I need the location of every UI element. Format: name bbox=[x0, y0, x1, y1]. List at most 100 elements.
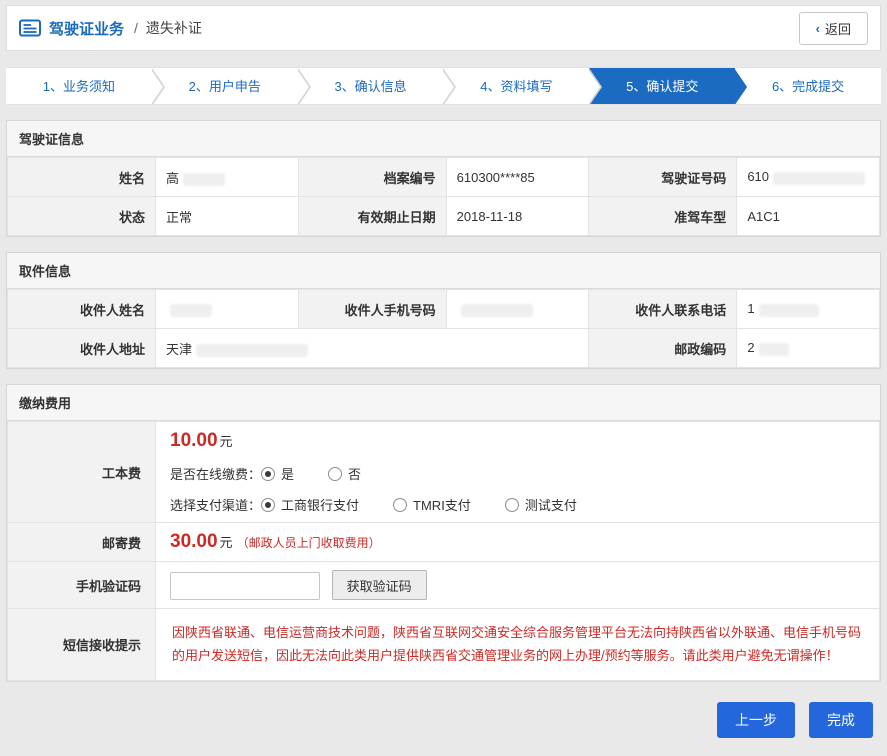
radio-label: 是 bbox=[281, 464, 294, 483]
table-row: 姓名 高 档案编号 610300****85 驾驶证号码 610 bbox=[8, 158, 880, 197]
field-label: 准驾车型 bbox=[589, 197, 737, 236]
get-captcha-button[interactable]: 获取验证码 bbox=[332, 570, 427, 600]
chevron-left-icon: ‹ bbox=[816, 21, 820, 36]
field-label: 驾驶证号码 bbox=[589, 158, 737, 197]
captcha-input[interactable] bbox=[170, 572, 320, 600]
radio-unchecked-icon bbox=[328, 467, 342, 481]
redaction bbox=[759, 304, 819, 317]
page: 驾驶证业务 / 遗失补证 ‹ 返回 1、业务须知 2、用户申告 3、确认信息 4… bbox=[0, 0, 887, 748]
sms-tip-row: 短信接收提示 因陕西省联通、电信运营商技术问题，陕西省互联网交通安全综合服务管理… bbox=[8, 609, 880, 681]
payment-title: 缴纳费用 bbox=[7, 385, 880, 421]
redaction bbox=[196, 344, 308, 357]
postage-label: 邮寄费 bbox=[8, 523, 156, 562]
channel-row: 选择支付渠道： 工商银行支付 TMRI支付 测试支付 bbox=[170, 495, 865, 514]
redaction bbox=[759, 343, 789, 356]
fee-amount: 10.00 bbox=[170, 430, 218, 451]
step-item-6[interactable]: 6、完成提交 bbox=[735, 68, 881, 104]
step-item-5-active[interactable]: 5、确认提交 bbox=[589, 68, 735, 104]
field-label: 邮政编码 bbox=[589, 329, 737, 368]
step-label: 4、资料填写 bbox=[480, 79, 552, 94]
pickup-info-panel: 取件信息 收件人姓名 收件人手机号码 收件人联系电话 1 收件人地址 天津 邮政… bbox=[6, 252, 881, 369]
fee-amount-line: 10.00元 bbox=[170, 430, 865, 452]
back-button-label: 返回 bbox=[825, 19, 851, 38]
step-item-3[interactable]: 3、确认信息 bbox=[298, 68, 444, 104]
fee-content: 10.00元 是否在线缴费： 是 否 选择支 bbox=[156, 422, 880, 523]
sms-tip-text: 因陕西省联通、电信运营商技术问题，陕西省互联网交通安全综合服务管理平台无法向持陕… bbox=[170, 617, 865, 672]
radio-unchecked-icon bbox=[505, 498, 519, 512]
step-item-4[interactable]: 4、资料填写 bbox=[443, 68, 589, 104]
footer-actions: 上一步 完成 bbox=[6, 702, 881, 738]
field-value: 1 bbox=[737, 290, 880, 329]
sms-tip-content: 因陕西省联通、电信运营商技术问题，陕西省互联网交通安全综合服务管理平台无法向持陕… bbox=[156, 609, 880, 681]
field-label: 收件人手机号码 bbox=[298, 290, 446, 329]
pickup-info-title: 取件信息 bbox=[7, 253, 880, 289]
radio-online-no[interactable]: 否 bbox=[328, 464, 361, 483]
step-label: 6、完成提交 bbox=[772, 79, 844, 94]
fee-label: 工本费 bbox=[8, 422, 156, 523]
postage-note: （邮政人员上门收取费用） bbox=[237, 536, 381, 550]
redaction bbox=[170, 304, 212, 317]
field-label: 有效期止日期 bbox=[298, 197, 446, 236]
page-subtitle: 遗失补证 bbox=[146, 18, 202, 38]
online-pay-row: 是否在线缴费： 是 否 bbox=[170, 464, 865, 483]
field-value: 610 bbox=[737, 158, 880, 197]
field-value bbox=[156, 290, 299, 329]
step-item-1[interactable]: 1、业务须知 bbox=[6, 68, 152, 104]
table-row: 收件人地址 天津 邮政编码 2 bbox=[8, 329, 880, 368]
field-value: 610300****85 bbox=[446, 158, 589, 197]
table-row: 收件人姓名 收件人手机号码 收件人联系电话 1 bbox=[8, 290, 880, 329]
radio-label: 测试支付 bbox=[525, 495, 577, 514]
online-pay-label: 是否在线缴费： bbox=[170, 464, 261, 483]
field-label: 姓名 bbox=[8, 158, 156, 197]
field-value bbox=[446, 290, 589, 329]
field-value: 正常 bbox=[156, 197, 299, 236]
redaction bbox=[183, 173, 225, 186]
header-bar: 驾驶证业务 / 遗失补证 ‹ 返回 bbox=[6, 5, 881, 51]
redaction bbox=[773, 172, 865, 185]
captcha-row: 手机验证码 获取验证码 bbox=[8, 562, 880, 609]
postage-content: 30.00元（邮政人员上门收取费用） bbox=[156, 523, 880, 562]
fee-unit: 元 bbox=[220, 434, 233, 449]
license-info-title: 驾驶证信息 bbox=[7, 121, 880, 157]
field-value: 2 bbox=[737, 329, 880, 368]
channel-label: 选择支付渠道： bbox=[170, 495, 261, 514]
payment-panel: 缴纳费用 工本费 10.00元 是否在线缴费： 是 bbox=[6, 384, 881, 682]
field-label: 收件人地址 bbox=[8, 329, 156, 368]
step-label: 3、确认信息 bbox=[334, 79, 406, 94]
radio-checked-icon bbox=[261, 467, 275, 481]
radio-label: 工商银行支付 bbox=[281, 495, 359, 514]
captcha-label: 手机验证码 bbox=[8, 562, 156, 609]
radio-label: 否 bbox=[348, 464, 361, 483]
breadcrumb: 驾驶证业务 / 遗失补证 bbox=[19, 18, 202, 39]
field-value: 高 bbox=[156, 158, 299, 197]
step-label: 1、业务须知 bbox=[43, 79, 115, 94]
redaction bbox=[461, 304, 533, 317]
radio-channel-icbc[interactable]: 工商银行支付 bbox=[261, 495, 359, 514]
field-label: 档案编号 bbox=[298, 158, 446, 197]
step-nav: 1、业务须知 2、用户申告 3、确认信息 4、资料填写 5、确认提交 6、完成提… bbox=[6, 67, 881, 105]
table-row: 状态 正常 有效期止日期 2018-11-18 准驾车型 A1C1 bbox=[8, 197, 880, 236]
radio-online-yes[interactable]: 是 bbox=[261, 464, 294, 483]
finish-button[interactable]: 完成 bbox=[809, 702, 873, 738]
breadcrumb-separator: / bbox=[134, 20, 138, 36]
fee-row: 工本费 10.00元 是否在线缴费： 是 否 bbox=[8, 422, 880, 523]
previous-step-button[interactable]: 上一步 bbox=[717, 702, 795, 738]
field-value: 天津 bbox=[156, 329, 589, 368]
radio-checked-icon bbox=[261, 498, 275, 512]
radio-channel-tmri[interactable]: TMRI支付 bbox=[393, 495, 471, 514]
payment-table: 工本费 10.00元 是否在线缴费： 是 否 bbox=[7, 421, 880, 681]
license-info-table: 姓名 高 档案编号 610300****85 驾驶证号码 610 状态 正常 有… bbox=[7, 157, 880, 236]
radio-channel-test[interactable]: 测试支付 bbox=[505, 495, 577, 514]
postage-amount: 30.00 bbox=[170, 531, 218, 552]
license-service-icon bbox=[19, 19, 41, 37]
page-title: 驾驶证业务 bbox=[49, 18, 124, 39]
pickup-info-table: 收件人姓名 收件人手机号码 收件人联系电话 1 收件人地址 天津 邮政编码 2 bbox=[7, 289, 880, 368]
license-info-panel: 驾驶证信息 姓名 高 档案编号 610300****85 驾驶证号码 610 状… bbox=[6, 120, 881, 237]
field-label: 收件人联系电话 bbox=[589, 290, 737, 329]
field-value: A1C1 bbox=[737, 197, 880, 236]
postage-row: 邮寄费 30.00元（邮政人员上门收取费用） bbox=[8, 523, 880, 562]
step-item-2[interactable]: 2、用户申告 bbox=[152, 68, 298, 104]
back-button[interactable]: ‹ 返回 bbox=[799, 12, 868, 45]
radio-label: TMRI支付 bbox=[413, 495, 471, 514]
captcha-content: 获取验证码 bbox=[156, 562, 880, 609]
